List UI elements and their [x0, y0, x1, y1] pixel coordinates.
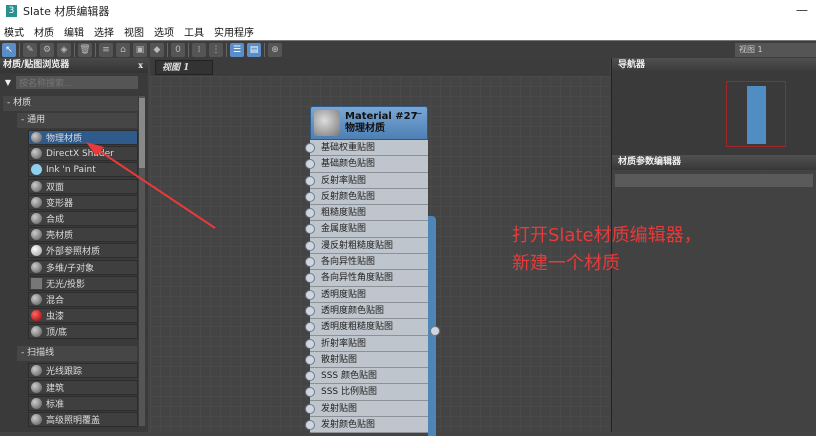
annotation-line-2: 新建一个材质 — [512, 253, 620, 274]
annotation-line-1: 打开Slate材质编辑器， — [512, 225, 702, 246]
annotation-text: 打开Slate材质编辑器， 新建一个材质 — [512, 222, 702, 278]
arrow-head-icon — [86, 142, 104, 156]
arrow-line — [94, 147, 216, 229]
annotation-arrow — [86, 142, 216, 229]
